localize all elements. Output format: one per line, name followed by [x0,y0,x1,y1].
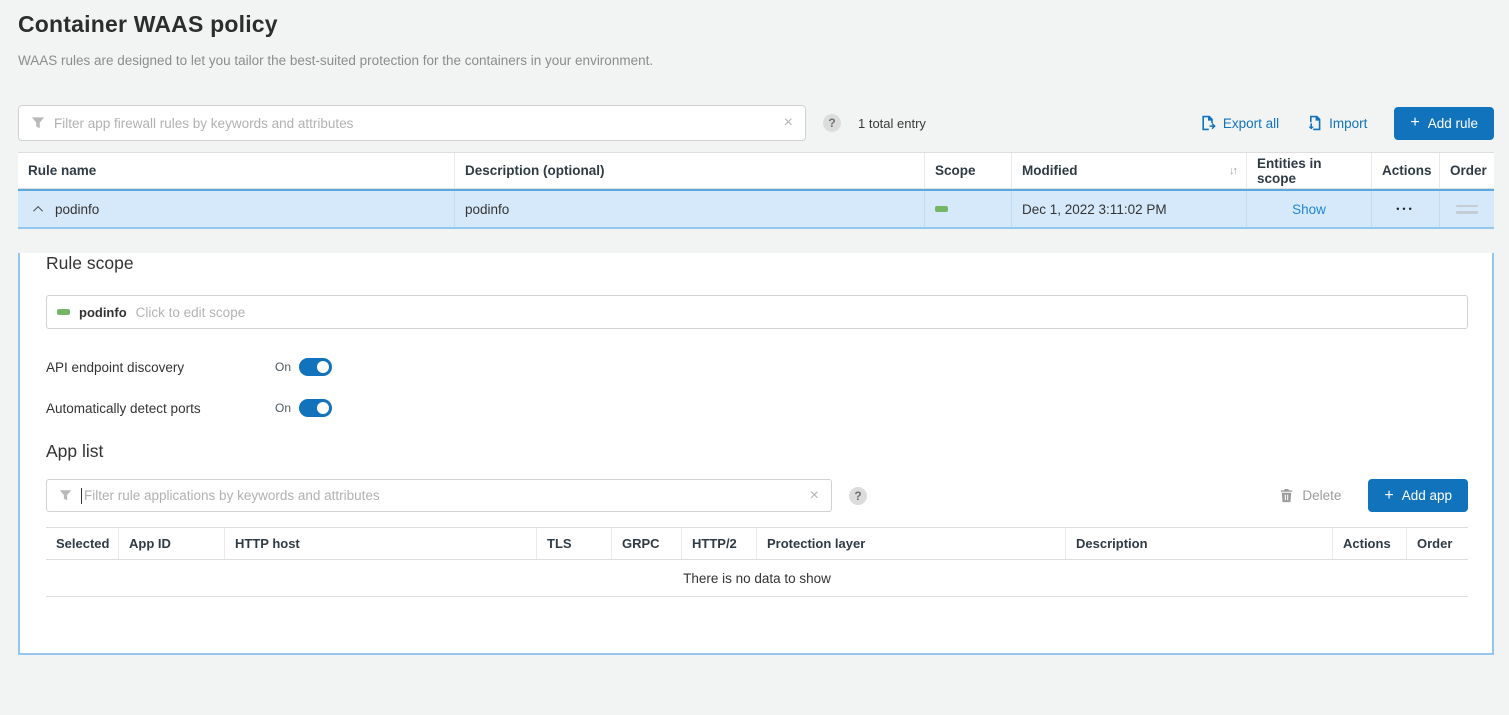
col-scope: Scope [925,153,1012,188]
empty-table-message: There is no data to show [46,560,1468,597]
col-selected: Selected [46,528,119,559]
trash-icon [1279,488,1294,503]
container-waas-policy-page: Container WAAS policy WAAS rules are des… [0,0,1509,715]
text-cursor [81,488,82,504]
col-actions: Actions [1372,153,1440,188]
api-endpoint-discovery-label: API endpoint discovery [46,360,275,375]
delete-label: Delete [1302,488,1341,503]
rule-description-cell: podinfo [455,191,925,227]
api-endpoint-discovery-row: API endpoint discovery On [46,358,1468,376]
auto-detect-ports-row: Automatically detect ports On [46,399,1468,417]
auto-detect-ports-label: Automatically detect ports [46,401,275,416]
add-app-button[interactable]: + Add app [1368,479,1468,512]
rules-table-header: Rule name Description (optional) Scope M… [18,152,1494,189]
apps-table: Selected App ID HTTP host TLS GRPC HTTP/… [46,527,1468,597]
rules-filter-input[interactable] [54,116,774,131]
rules-toolbar: × ? 1 total entry Export all Import + Ad… [18,105,1494,141]
rule-actions-cell: ••• [1372,191,1440,227]
col-order: Order [1440,153,1494,188]
auto-detect-ports-toggle[interactable] [299,399,332,417]
col-tls: TLS [537,528,612,559]
rule-row-podinfo[interactable]: podinfo podinfo Dec 1, 2022 3:11:02 PM S… [18,189,1494,229]
delete-app-button[interactable]: Delete [1279,488,1341,503]
apps-table-header: Selected App ID HTTP host TLS GRPC HTTP/… [46,527,1468,560]
show-entities-link[interactable]: Show [1292,202,1326,217]
add-rule-label: Add rule [1428,116,1478,131]
col-protection-layer: Protection layer [757,528,1066,559]
add-app-label: Add app [1402,488,1452,503]
page-subtitle: WAAS rules are designed to let you tailo… [18,53,1494,68]
app-list-title: App list [46,441,1468,462]
col-app-actions: Actions [1333,528,1407,559]
app-filter-placeholder: Filter rule applications by keywords and… [84,488,800,503]
rule-scope-title: Rule scope [46,253,1468,274]
import-button[interactable]: Import [1306,115,1367,131]
auto-detect-ports-state: On [275,401,291,415]
scope-collection-icon [935,206,948,212]
drag-handle-icon[interactable] [1456,205,1478,214]
filter-funnel-icon [59,489,72,502]
collapse-chevron-icon[interactable] [33,205,43,215]
rules-table: Rule name Description (optional) Scope M… [18,152,1494,655]
filter-funnel-icon [31,116,45,130]
clear-filter-icon[interactable]: × [774,115,793,131]
col-description: Description (optional) [455,153,925,188]
col-entities-in-scope: Entities in scope [1247,153,1372,188]
scope-placeholder: Click to edit scope [136,305,246,320]
col-http-host: HTTP host [225,528,537,559]
rule-order-cell [1440,191,1494,227]
import-label: Import [1329,116,1367,131]
col-http2: HTTP/2 [682,528,757,559]
api-endpoint-discovery-toggle[interactable] [299,358,332,376]
plus-icon: + [1410,115,1419,131]
rule-scope-editor[interactable]: podinfo Click to edit scope [46,295,1468,329]
total-entries-label: 1 total entry [858,116,926,131]
export-icon [1200,115,1216,131]
col-rule-name: Rule name [18,153,455,188]
help-icon[interactable]: ? [823,114,841,132]
rule-name-cell[interactable]: podinfo [18,191,455,227]
rule-detail-panel: Rule scope podinfo Click to edit scope A… [18,253,1494,655]
page-title: Container WAAS policy [18,0,1494,38]
app-list-toolbar: Filter rule applications by keywords and… [46,479,1468,512]
col-app-id: App ID [119,528,225,559]
app-filter-box[interactable]: Filter rule applications by keywords and… [46,479,832,512]
sort-icon[interactable]: ↓↑ [1229,165,1236,177]
clear-filter-icon[interactable]: × [800,488,819,504]
plus-icon: + [1384,488,1393,504]
col-grpc: GRPC [612,528,682,559]
col-app-description: Description [1066,528,1333,559]
scope-value: podinfo [79,305,127,320]
export-all-button[interactable]: Export all [1200,115,1279,131]
rule-name: podinfo [55,202,99,217]
actions-menu-icon[interactable]: ••• [1396,204,1414,214]
rule-modified-cell: Dec 1, 2022 3:11:02 PM [1012,191,1247,227]
scope-collection-icon [57,309,70,315]
col-app-order: Order [1407,528,1468,559]
col-modified[interactable]: Modified ↓↑ [1012,153,1247,188]
add-rule-button[interactable]: + Add rule [1394,107,1494,140]
col-modified-label: Modified [1022,163,1078,178]
api-endpoint-discovery-state: On [275,360,291,374]
help-icon[interactable]: ? [849,487,867,505]
rule-scope-cell [925,191,1012,227]
rules-filter-box[interactable]: × [18,105,806,141]
rule-entities-cell: Show [1247,191,1372,227]
app-list-actions: Delete + Add app [1279,479,1468,512]
import-icon [1306,115,1322,131]
export-all-label: Export all [1223,116,1279,131]
rules-toolbar-actions: Export all Import + Add rule [1200,107,1494,140]
